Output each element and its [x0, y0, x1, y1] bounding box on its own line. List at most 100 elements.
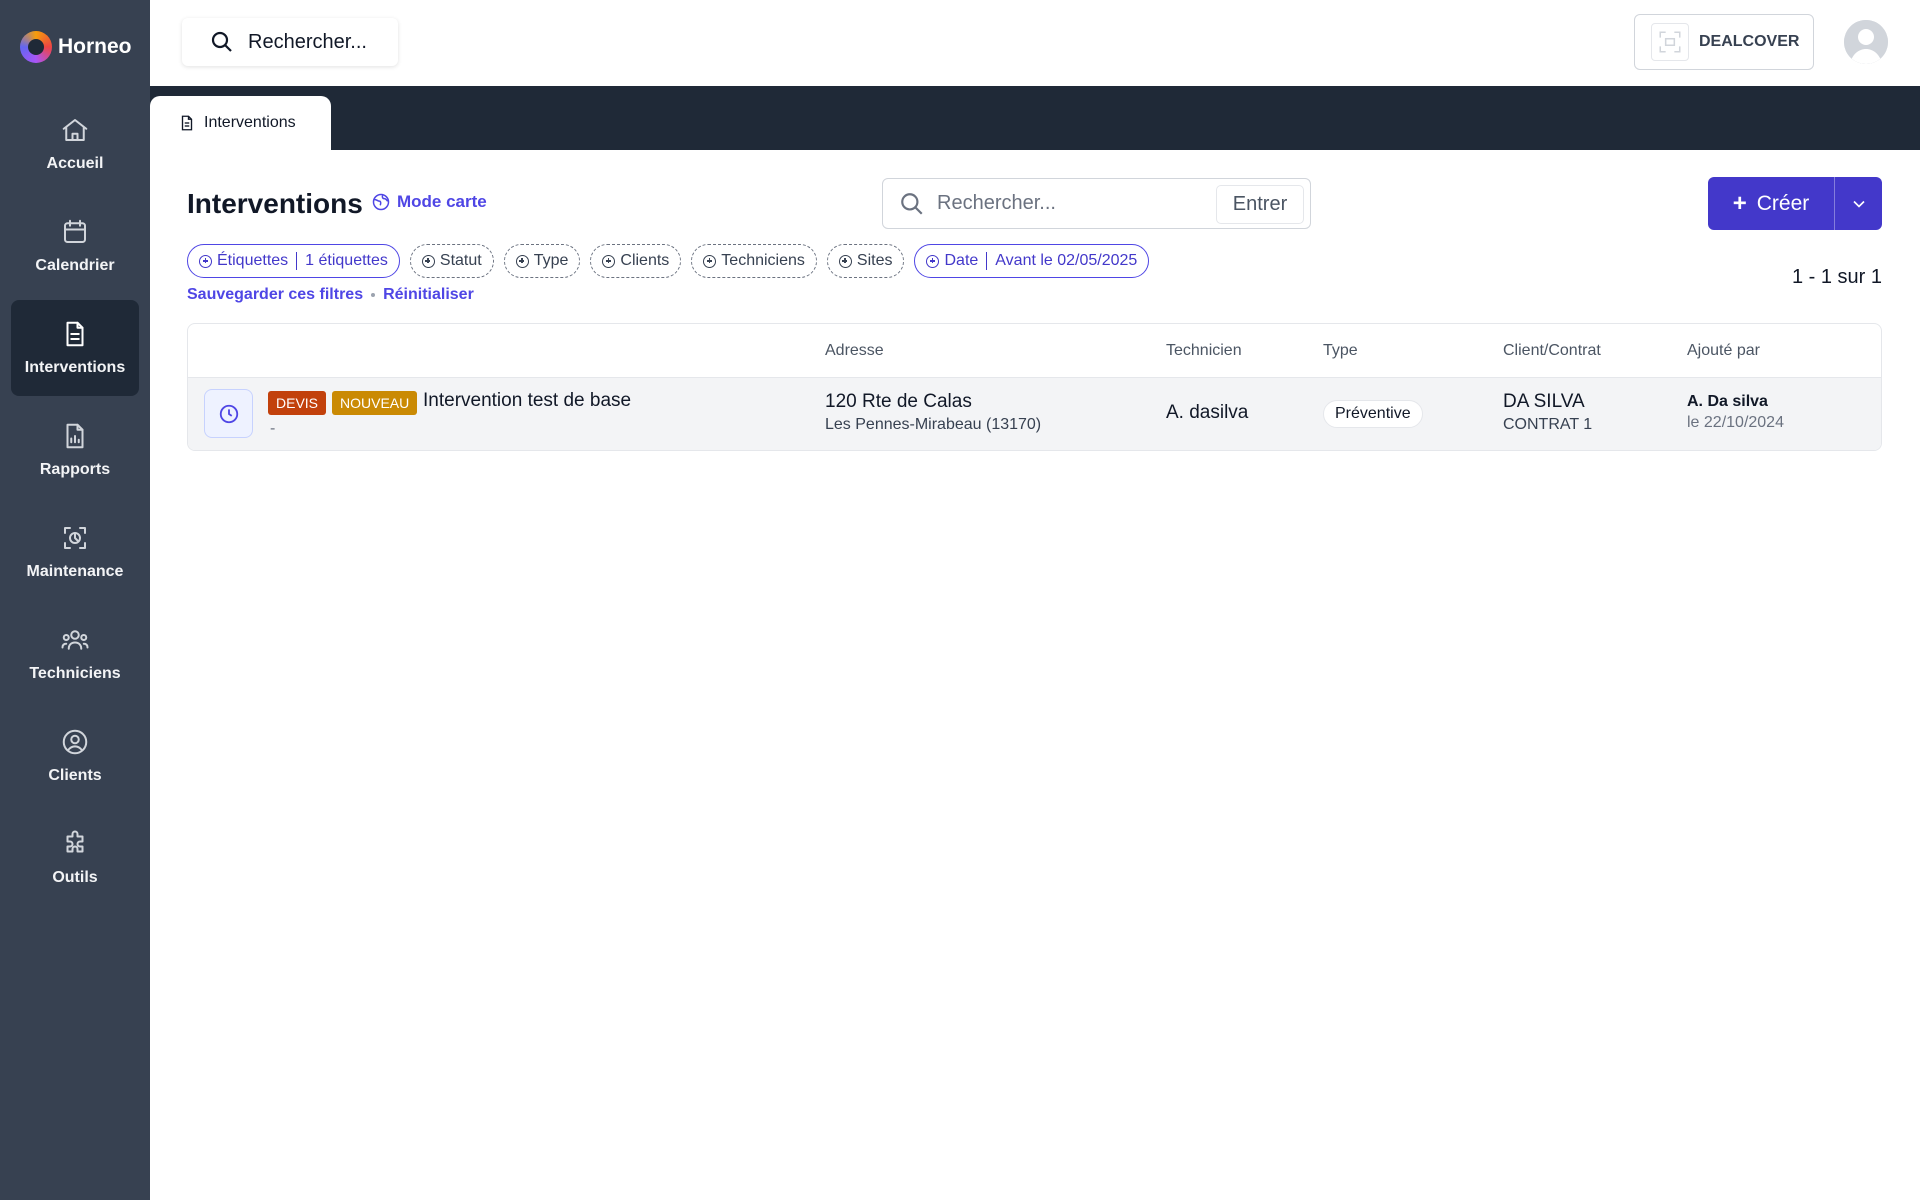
company-logo-icon: [1651, 23, 1689, 61]
home-icon: [62, 119, 88, 141]
filter-actions: Sauvegarder ces filtres Réinitialiser: [187, 286, 474, 304]
filter-chip-sites[interactable]: Sites: [826, 244, 905, 278]
client-cell: DA SILVA CONTRAT 1: [1503, 391, 1592, 434]
user-avatar[interactable]: [1844, 20, 1888, 64]
column-header-added-by[interactable]: Ajouté par: [1687, 342, 1760, 360]
column-header-technician[interactable]: Technicien: [1166, 342, 1242, 360]
sidebar-item-label: Interventions: [24, 359, 126, 376]
sidebar: Horneo Accueil Calendrier Interventions …: [0, 0, 150, 1200]
plus-circle-icon: [515, 254, 529, 268]
save-filters-link[interactable]: Sauvegarder ces filtres: [187, 286, 363, 304]
filter-separator: [986, 252, 988, 270]
tab-interventions[interactable]: Interventions: [150, 96, 331, 150]
sidebar-item-clients[interactable]: Clients: [11, 708, 139, 804]
type-badge: Préventive: [1323, 400, 1423, 428]
filter-label: Sites: [856, 252, 893, 269]
plus-circle-icon: [602, 254, 616, 268]
brand-name: Horneo: [58, 35, 132, 58]
document-icon: [181, 115, 193, 131]
status-button[interactable]: [204, 389, 253, 438]
search-input[interactable]: [937, 192, 1207, 215]
badge-devis: DEVIS: [268, 391, 327, 415]
sidebar-item-label: Rapports: [39, 461, 111, 478]
filter-chip-clients[interactable]: Clients: [590, 244, 682, 278]
interventions-table: Adresse Technicien Type Client/Contrat A…: [187, 323, 1882, 451]
sidebar-item-rapports[interactable]: Rapports: [11, 402, 139, 498]
sidebar-item-interventions[interactable]: Interventions: [11, 300, 139, 396]
report-icon: [66, 423, 84, 449]
filter-separator: [296, 252, 298, 270]
users-icon: [61, 630, 89, 650]
create-button-group: + Créer: [1708, 177, 1882, 230]
app-window: Horneo Accueil Calendrier Interventions …: [0, 0, 1920, 1200]
sidebar-item-calendrier[interactable]: Calendrier: [11, 198, 139, 294]
filter-chip-date[interactable]: Date Avant le 02/05/2025: [914, 244, 1150, 278]
interventions-search: Entrer: [882, 178, 1311, 229]
top-bar: Rechercher... DEALCOVER: [150, 0, 1920, 86]
global-search-placeholder: Rechercher...: [248, 30, 367, 53]
address-line2: Les Pennes-Mirabeau (13170): [825, 416, 1042, 433]
page-title: Interventions: [187, 188, 363, 219]
puzzle-icon: [66, 830, 84, 853]
tab-label: Interventions: [204, 114, 296, 131]
maintenance-icon: [64, 527, 86, 549]
plus-circle-icon: [703, 254, 717, 268]
filter-label: Statut: [439, 252, 482, 269]
clock-icon: [219, 404, 238, 423]
plus-icon: +: [1732, 189, 1747, 217]
column-header-type[interactable]: Type: [1323, 342, 1358, 360]
reset-filters-link[interactable]: Réinitialiser: [383, 286, 474, 304]
document-icon: [66, 321, 84, 347]
filter-chip-etiquettes[interactable]: Étiquettes 1 étiquettes: [187, 244, 400, 278]
global-search-button[interactable]: Rechercher...: [182, 18, 398, 66]
plus-circle-icon: [421, 254, 435, 268]
technician-cell: A. dasilva: [1166, 402, 1248, 424]
filter-label: Clients: [620, 252, 670, 269]
filter-chip-statut[interactable]: Statut: [409, 244, 494, 278]
separator-dot: [371, 293, 376, 297]
column-header-address[interactable]: Adresse: [825, 342, 884, 360]
sidebar-item-accueil[interactable]: Accueil: [11, 96, 139, 192]
map-mode-link[interactable]: Mode carte: [371, 192, 487, 212]
column-header-client[interactable]: Client/Contrat: [1503, 342, 1601, 360]
tab-bar: Interventions: [150, 86, 1920, 150]
create-button-label: Créer: [1756, 191, 1810, 215]
plus-circle-icon: [926, 254, 940, 268]
sidebar-item-label: Outils: [52, 869, 98, 886]
added-by-cell: A. Da silva le 22/10/2024: [1687, 393, 1784, 432]
create-dropdown-button[interactable]: [1834, 177, 1882, 230]
table-header: Adresse Technicien Type Client/Contrat A…: [188, 324, 1881, 378]
filter-chip-techniciens[interactable]: Techniciens: [691, 244, 817, 278]
plus-circle-icon: [199, 254, 212, 268]
table-row[interactable]: DEVIS NOUVEAU Intervention test de base …: [188, 378, 1881, 450]
filter-label: Techniciens: [721, 252, 805, 269]
company-switcher-button[interactable]: DEALCOVER: [1634, 14, 1814, 70]
filter-bar: Étiquettes 1 étiquettes Statut Type Clie…: [187, 244, 1150, 278]
sidebar-item-techniciens[interactable]: Techniciens: [11, 606, 139, 702]
search-icon: [901, 192, 923, 215]
intervention-title[interactable]: Intervention test de base: [423, 390, 631, 412]
filter-chip-type[interactable]: Type: [503, 244, 581, 278]
client-name: DA SILVA: [1503, 391, 1585, 412]
sidebar-item-label: Techniciens: [29, 665, 121, 682]
address-line1: 120 Rte de Calas: [825, 391, 972, 412]
filter-label: Date: [944, 252, 979, 269]
sidebar-item-label: Maintenance: [26, 563, 124, 580]
create-button[interactable]: + Créer: [1708, 177, 1834, 230]
chevron-down-icon: [1852, 200, 1865, 208]
sidebar-item-label: Clients: [48, 767, 102, 784]
company-name: DEALCOVER: [1699, 33, 1800, 50]
sidebar-item-maintenance[interactable]: Maintenance: [11, 504, 139, 600]
brand[interactable]: Horneo: [20, 30, 132, 64]
sidebar-item-outils[interactable]: Outils: [11, 810, 139, 906]
sidebar-item-label: Accueil: [46, 155, 104, 172]
badge-nouveau: NOUVEAU: [332, 391, 418, 415]
contract-name: CONTRAT 1: [1503, 416, 1593, 433]
user-circle-icon: [62, 729, 88, 755]
user-avatar-icon: [1844, 20, 1888, 64]
added-on-date: le 22/10/2024: [1687, 414, 1784, 431]
filter-value: 1 étiquettes: [305, 252, 388, 269]
filter-label: Type: [533, 252, 569, 269]
enter-button[interactable]: Entrer: [1216, 185, 1304, 224]
row-badges: DEVIS NOUVEAU: [268, 391, 418, 415]
